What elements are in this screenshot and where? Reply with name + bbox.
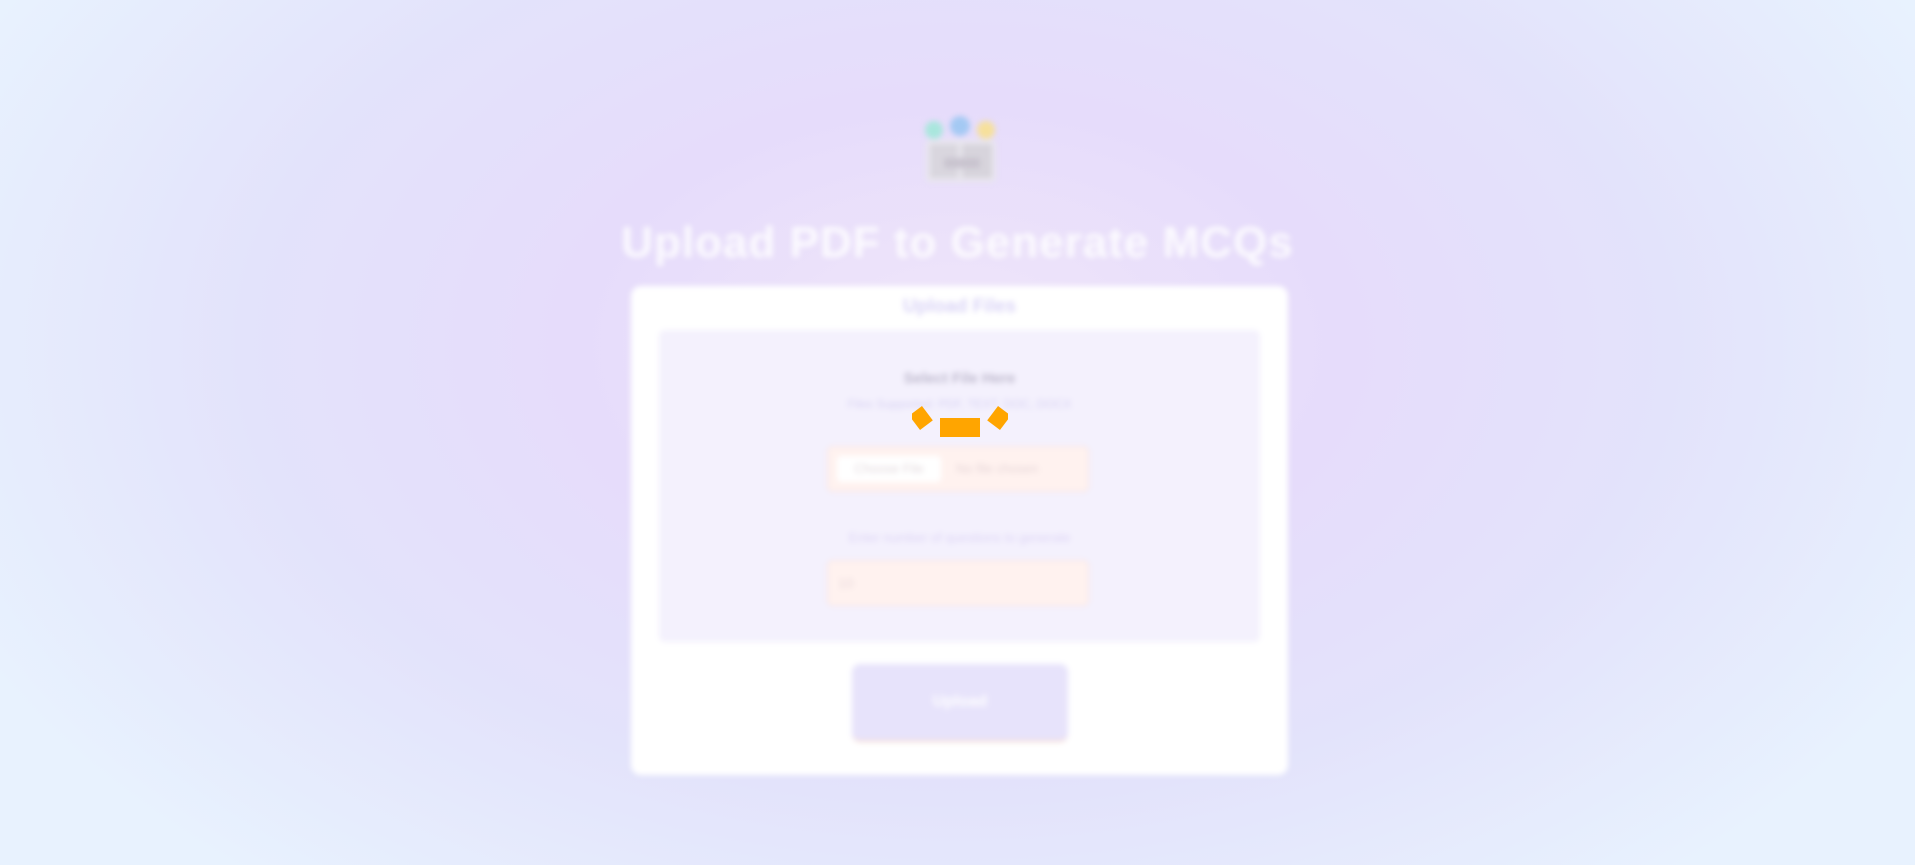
- spinner-left-segment: [912, 405, 933, 431]
- upload-button[interactable]: Upload: [852, 664, 1068, 742]
- file-select-panel: Select File Here Files Supported: PDF, T…: [659, 330, 1260, 642]
- loading-spinner-icon: [912, 405, 1008, 437]
- spinner-center-segment: [940, 418, 980, 437]
- question-count-input[interactable]: [827, 560, 1089, 606]
- choose-file-button[interactable]: Choose File: [837, 456, 941, 482]
- select-file-title: Select File Here: [903, 370, 1016, 387]
- card-title: Upload Files: [903, 296, 1016, 317]
- no-file-chosen-text: No file chosen: [956, 461, 1039, 476]
- upload-card: Upload Files Select File Here Files Supp…: [631, 286, 1288, 775]
- file-input[interactable]: Choose File No file chosen: [827, 446, 1089, 492]
- books-logo-icon: [925, 116, 996, 182]
- spinner-right-segment: [987, 405, 1008, 431]
- question-count-label: Enter number of questions to generate: [848, 530, 1071, 545]
- page-title: Upload PDF to Generate MCQs: [621, 218, 1294, 267]
